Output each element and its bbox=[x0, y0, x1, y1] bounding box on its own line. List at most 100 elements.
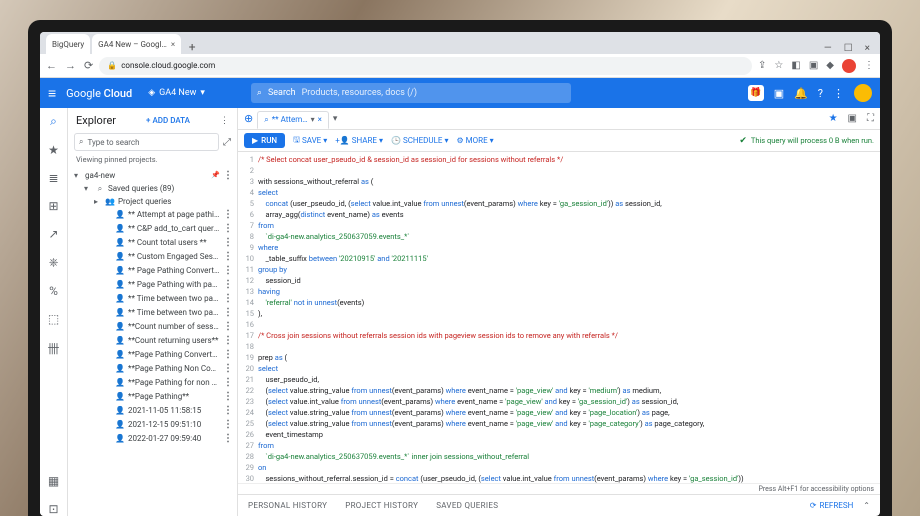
extension-icon[interactable]: ◆ bbox=[826, 60, 834, 71]
account-avatar[interactable] bbox=[854, 84, 872, 102]
free-trial-icon[interactable]: 🎁 bbox=[748, 85, 764, 101]
tab-overflow-icon[interactable]: ▾ bbox=[333, 114, 338, 124]
more-icon[interactable]: ⋮ bbox=[223, 419, 233, 430]
rail-icon[interactable]: ⊡ bbox=[48, 502, 58, 516]
refresh-button[interactable]: ⟳REFRESH bbox=[810, 501, 854, 510]
rail-icon[interactable]: 卌 bbox=[47, 340, 59, 357]
tree-query-item[interactable]: 👤**Page Pathing Converter…⋮ bbox=[68, 347, 237, 361]
browser-tab[interactable]: BigQuery bbox=[46, 34, 90, 54]
window-minimize-icon[interactable]: — bbox=[824, 43, 832, 54]
product-logo[interactable]: Google Cloud bbox=[66, 87, 132, 100]
tree-query-item[interactable]: 👤**Page Pathing**⋮ bbox=[68, 389, 237, 403]
star-icon[interactable]: ★ bbox=[829, 113, 838, 124]
run-button[interactable]: ▶RUN bbox=[244, 133, 285, 148]
sql-editor[interactable]: 1234567891011121314151617181920212223242… bbox=[238, 152, 880, 483]
tree-query-item[interactable]: 👤** Time between two pag…⋮ bbox=[68, 305, 237, 319]
save-button[interactable]: 🖫SAVE▾ bbox=[293, 134, 327, 148]
project-picker[interactable]: ◈ GA4 New ▾ bbox=[142, 86, 211, 100]
star-icon[interactable]: ☆ bbox=[774, 60, 783, 71]
tree-query-item[interactable]: 👤** Time between two pag…⋮ bbox=[68, 291, 237, 305]
more-icon[interactable]: ⋮ bbox=[223, 293, 233, 304]
share-button[interactable]: +👤SHARE▾ bbox=[335, 136, 383, 145]
forward-icon[interactable]: → bbox=[65, 59, 76, 72]
rail-icon[interactable]: % bbox=[49, 284, 58, 298]
nav-menu-icon[interactable]: ≡ bbox=[48, 85, 56, 102]
rail-icon[interactable]: ⬚ bbox=[48, 312, 59, 326]
back-icon[interactable]: ← bbox=[46, 59, 57, 72]
tree-query-item[interactable]: 👤**Count number of sessio…⋮ bbox=[68, 319, 237, 333]
tree-query-item[interactable]: 👤2021-12-15 09:51:10⋮ bbox=[68, 417, 237, 431]
pin-icon[interactable]: 📌 bbox=[211, 171, 220, 179]
schedule-button[interactable]: 🕒SCHEDULE▾ bbox=[391, 136, 449, 145]
help-icon[interactable]: ? bbox=[818, 87, 823, 100]
more-icon[interactable]: ⋮ bbox=[223, 391, 233, 402]
more-icon[interactable]: ⋮ bbox=[223, 251, 233, 262]
tree-saved-queries[interactable]: ▾⌕Saved queries (89) bbox=[68, 182, 237, 195]
more-icon[interactable]: ⋮ bbox=[223, 377, 233, 388]
more-icon[interactable]: ⋮ bbox=[223, 279, 233, 290]
expand-icon[interactable]: ⤢ bbox=[223, 137, 231, 148]
tree-query-item[interactable]: 👤**Page Pathing for non c…⋮ bbox=[68, 375, 237, 389]
extension-icon[interactable]: ▣ bbox=[809, 60, 818, 71]
more-icon[interactable]: ⋮ bbox=[223, 433, 233, 444]
browser-tab[interactable]: GA4 New – Googl…× bbox=[92, 34, 181, 54]
more-icon[interactable]: ⋮ bbox=[223, 307, 233, 318]
cloud-shell-icon[interactable]: ▣ bbox=[774, 87, 784, 100]
fullscreen-icon[interactable]: ⛶ bbox=[867, 113, 874, 124]
notifications-icon[interactable]: 🔔 bbox=[794, 87, 808, 100]
more-icon[interactable]: ⋮ bbox=[223, 265, 233, 276]
editor-tab[interactable]: ⌕ ** Attem… ▾ × bbox=[257, 111, 329, 129]
tree-query-item[interactable]: 👤** Count total users **⋮ bbox=[68, 235, 237, 249]
rail-icon[interactable]: ≣ bbox=[48, 171, 58, 185]
search-input[interactable]: ⌕ Search Products, resources, docs (/) bbox=[251, 83, 571, 103]
new-tab-button[interactable]: + bbox=[183, 40, 201, 54]
rail-icon[interactable]: ▦ bbox=[48, 474, 59, 488]
compose-icon[interactable]: ⊕ bbox=[244, 112, 253, 125]
more-icon[interactable]: ⋮ bbox=[223, 363, 233, 374]
rail-icon[interactable]: ⊞ bbox=[48, 199, 58, 213]
explorer-search-input[interactable]: ⌕ Type to search bbox=[74, 133, 219, 151]
tab-saved-queries[interactable]: SAVED QUERIES bbox=[436, 501, 498, 510]
more-button[interactable]: ⚙MORE▾ bbox=[456, 136, 493, 145]
rail-icon[interactable]: ⎈ bbox=[49, 255, 59, 270]
tree-query-item[interactable]: 👤** Page Pathing Converte…⋮ bbox=[68, 263, 237, 277]
tree-query-item[interactable]: 👤**Page Pathing Non Conv…⋮ bbox=[68, 361, 237, 375]
tree-query-item[interactable]: 👤2021-11-05 11:58:15⋮ bbox=[68, 403, 237, 417]
tree-query-item[interactable]: 👤** Attempt at page pathin…⋮ bbox=[68, 207, 237, 221]
window-maximize-icon[interactable]: ☐ bbox=[844, 43, 853, 54]
window-close-icon[interactable]: × bbox=[865, 43, 870, 54]
rail-icon[interactable]: ★ bbox=[48, 143, 59, 157]
add-data-button[interactable]: + ADD DATA bbox=[146, 116, 190, 125]
tab-personal-history[interactable]: PERSONAL HISTORY bbox=[248, 501, 327, 510]
more-icon[interactable]: ⋮ bbox=[223, 321, 233, 332]
more-icon[interactable]: ⋮ bbox=[223, 335, 233, 346]
tree-query-item[interactable]: 👤** Custom Engaged Sessi…⋮ bbox=[68, 249, 237, 263]
menu-icon[interactable]: ⋮ bbox=[864, 60, 874, 71]
address-bar[interactable]: 🔒 console.cloud.google.com bbox=[99, 57, 752, 75]
share-icon[interactable]: ⇪ bbox=[758, 60, 766, 71]
tree-project-queries[interactable]: ▸👥Project queries bbox=[68, 195, 237, 207]
more-icon[interactable]: ⋮ bbox=[223, 209, 233, 220]
more-icon[interactable]: ⋮ bbox=[223, 237, 233, 248]
extension-icon[interactable]: ◧ bbox=[791, 60, 800, 71]
tree-query-item[interactable]: 👤** C&P add_to_cart query**⋮ bbox=[68, 221, 237, 235]
tab-project-history[interactable]: PROJECT HISTORY bbox=[345, 501, 418, 510]
more-icon[interactable]: ⋮ bbox=[223, 170, 233, 181]
more-icon[interactable]: ⋮ bbox=[220, 116, 229, 126]
reload-icon[interactable]: ⟳ bbox=[84, 59, 93, 72]
close-icon[interactable]: × bbox=[171, 40, 175, 49]
collapse-icon[interactable]: ⌃ bbox=[863, 501, 870, 510]
profile-avatar[interactable] bbox=[842, 59, 856, 73]
tree-query-item[interactable]: 👤**Count returning users**⋮ bbox=[68, 333, 237, 347]
rail-explorer-icon[interactable]: ⌕ bbox=[50, 114, 57, 129]
more-icon[interactable]: ⋮ bbox=[833, 87, 844, 100]
more-icon[interactable]: ⋮ bbox=[223, 405, 233, 416]
panel-icon[interactable]: ▣ bbox=[848, 113, 857, 124]
tree-query-item[interactable]: 👤2022-01-27 09:59:40⋮ bbox=[68, 431, 237, 445]
tree-query-item[interactable]: 👤** Page Pathing with pag…⋮ bbox=[68, 277, 237, 291]
rail-icon[interactable]: ↗ bbox=[48, 227, 58, 241]
tree-project[interactable]: ▾ga4-new📌⋮ bbox=[68, 168, 237, 182]
close-icon[interactable]: × bbox=[318, 115, 322, 124]
more-icon[interactable]: ⋮ bbox=[223, 223, 233, 234]
more-icon[interactable]: ⋮ bbox=[223, 349, 233, 360]
